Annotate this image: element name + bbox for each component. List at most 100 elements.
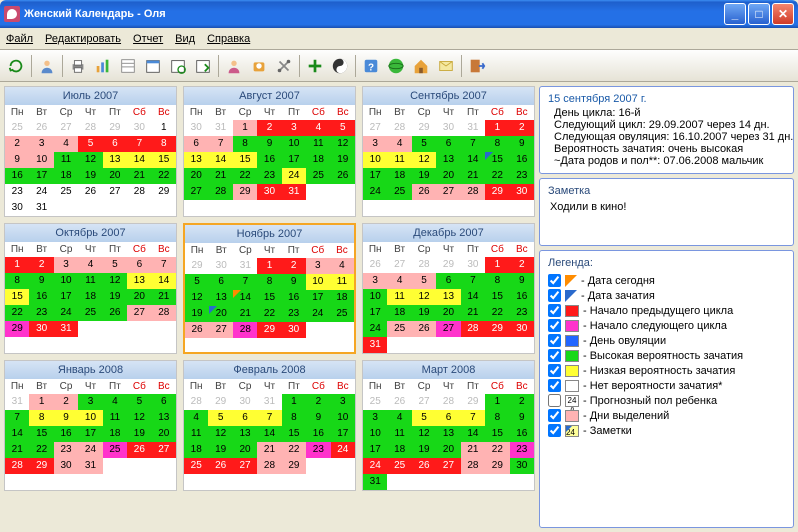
day-cell[interactable]: 7 <box>257 410 281 426</box>
day-cell[interactable]: 23 <box>510 305 534 321</box>
day-cell[interactable]: 10 <box>331 410 355 426</box>
day-cell-prev[interactable]: 30 <box>184 120 208 136</box>
day-cell[interactable]: 18 <box>387 305 411 321</box>
menu-file[interactable]: Файл <box>6 33 33 45</box>
day-cell[interactable]: 22 <box>233 168 257 184</box>
month-block[interactable]: Январь 2008ПнВтСрЧтПтСбВс311234567891011… <box>4 360 177 491</box>
mail-icon[interactable] <box>434 54 458 78</box>
day-cell[interactable]: 1 <box>5 257 29 273</box>
day-cell[interactable]: 20 <box>233 442 257 458</box>
user2-icon[interactable] <box>222 54 246 78</box>
user-icon[interactable] <box>35 54 59 78</box>
day-cell[interactable]: 29 <box>257 322 281 338</box>
day-cell-prev[interactable]: 27 <box>412 394 436 410</box>
day-cell[interactable]: 6 <box>436 273 460 289</box>
day-cell[interactable]: 1 <box>485 257 509 273</box>
day-cell[interactable]: 25 <box>306 168 330 184</box>
day-cell[interactable]: 12 <box>103 273 127 289</box>
day-cell[interactable]: 9 <box>54 410 78 426</box>
day-cell[interactable]: 3 <box>282 120 306 136</box>
day-cell[interactable]: 28 <box>5 458 29 474</box>
day-cell[interactable]: 9 <box>29 273 53 289</box>
day-cell[interactable]: 9 <box>510 136 534 152</box>
day-cell-prev[interactable]: 28 <box>78 120 102 136</box>
day-cell-prev[interactable]: 28 <box>412 257 436 273</box>
menu-help[interactable]: Справка <box>207 33 250 45</box>
month-block[interactable]: Февраль 2008ПнВтСрЧтПтСбВс28293031123456… <box>183 360 356 491</box>
day-cell[interactable]: 28 <box>461 184 485 200</box>
day-cell[interactable]: 27 <box>209 322 233 338</box>
day-cell[interactable]: 16 <box>257 152 281 168</box>
day-cell[interactable]: 19 <box>185 306 209 322</box>
day-cell[interactable]: 4 <box>103 394 127 410</box>
day-cell[interactable]: 11 <box>103 410 127 426</box>
day-cell[interactable]: 11 <box>387 426 411 442</box>
day-cell-prev[interactable]: 30 <box>209 258 233 274</box>
day-cell-prev[interactable]: 31 <box>233 258 257 274</box>
day-cell[interactable]: 20 <box>436 442 460 458</box>
day-cell[interactable]: 8 <box>282 410 306 426</box>
legend-checkbox[interactable] <box>548 409 561 422</box>
month-block[interactable]: Октябрь 2007ПнВтСрЧтПтСбВс12345678910111… <box>4 223 177 354</box>
day-cell[interactable]: 15 <box>152 152 176 168</box>
day-cell[interactable]: 25 <box>330 306 354 322</box>
day-cell[interactable]: 29 <box>485 184 509 200</box>
day-cell[interactable]: 6 <box>103 136 127 152</box>
day-cell-prev[interactable]: 28 <box>387 120 411 136</box>
day-cell[interactable]: 18 <box>306 152 330 168</box>
day-cell[interactable]: 13 <box>233 426 257 442</box>
day-cell[interactable]: 25 <box>103 442 127 458</box>
minimize-button[interactable]: _ <box>724 3 746 25</box>
day-cell[interactable]: 31 <box>363 474 387 490</box>
day-cell[interactable]: 17 <box>331 426 355 442</box>
day-cell[interactable]: 29 <box>152 184 176 200</box>
day-cell[interactable]: 26 <box>103 305 127 321</box>
day-cell[interactable]: 1 <box>152 120 176 136</box>
day-cell[interactable]: 29 <box>5 321 29 337</box>
day-cell[interactable]: 21 <box>127 168 151 184</box>
day-cell[interactable]: 15 <box>257 290 281 306</box>
day-cell[interactable]: 15 <box>282 426 306 442</box>
legend-checkbox[interactable] <box>548 304 561 317</box>
day-cell[interactable]: 6 <box>127 257 151 273</box>
day-cell-prev[interactable]: 29 <box>208 394 232 410</box>
day-cell[interactable]: 1 <box>233 120 257 136</box>
day-cell[interactable]: 21 <box>5 442 29 458</box>
day-cell[interactable]: 30 <box>510 458 534 474</box>
day-cell[interactable]: 21 <box>233 306 257 322</box>
day-cell[interactable]: 15 <box>485 426 509 442</box>
calendar-forward-icon[interactable] <box>191 54 215 78</box>
day-cell[interactable]: 1 <box>29 394 53 410</box>
month-block[interactable]: Март 2008ПнВтСрЧтПтСбВс25262728291234567… <box>362 360 535 491</box>
day-cell[interactable]: 12 <box>412 426 436 442</box>
day-cell[interactable]: 15 <box>29 426 53 442</box>
day-cell[interactable]: 27 <box>436 184 460 200</box>
day-cell[interactable]: 25 <box>184 458 208 474</box>
day-cell[interactable]: 13 <box>184 152 208 168</box>
day-cell[interactable]: 17 <box>54 289 78 305</box>
day-cell[interactable]: 26 <box>127 442 151 458</box>
day-cell[interactable]: 18 <box>330 290 354 306</box>
day-cell-prev[interactable]: 29 <box>461 394 485 410</box>
day-cell[interactable]: 14 <box>461 426 485 442</box>
day-cell[interactable]: 26 <box>412 321 436 337</box>
legend-checkbox[interactable] <box>548 319 561 332</box>
day-cell[interactable]: 8 <box>5 273 29 289</box>
day-cell[interactable]: 10 <box>306 274 330 290</box>
day-cell[interactable]: 6 <box>184 136 208 152</box>
day-cell[interactable]: 10 <box>363 426 387 442</box>
day-cell[interactable]: 1 <box>257 258 281 274</box>
help-icon[interactable]: ? <box>359 54 383 78</box>
day-cell[interactable]: 24 <box>363 184 387 200</box>
day-cell[interactable]: 12 <box>127 410 151 426</box>
day-cell[interactable]: 16 <box>282 290 306 306</box>
day-cell[interactable]: 2 <box>5 136 29 152</box>
day-cell[interactable]: 13 <box>127 273 151 289</box>
day-cell[interactable]: 24 <box>29 184 53 200</box>
calendar-refresh-icon[interactable] <box>166 54 190 78</box>
day-cell[interactable]: 7 <box>461 410 485 426</box>
day-cell[interactable]: 10 <box>78 410 102 426</box>
day-cell[interactable]: 25 <box>387 321 411 337</box>
day-cell[interactable]: 22 <box>485 442 509 458</box>
day-cell[interactable]: 9 <box>510 273 534 289</box>
